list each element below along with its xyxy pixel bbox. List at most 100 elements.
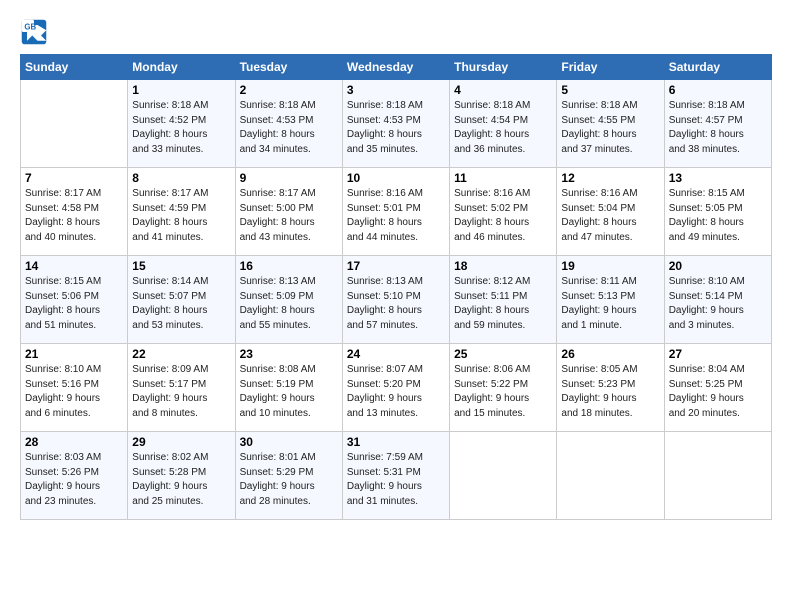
calendar-week-row: 7 Sunrise: 8:17 AM Sunset: 4:58 PM Daylig…: [21, 168, 772, 256]
calendar-cell: 5Sunrise: 8:18 AM Sunset: 4:55 PM Daylig…: [557, 80, 664, 168]
day-header-tuesday: Tuesday: [235, 55, 342, 80]
day-number: 6: [669, 83, 767, 97]
day-header-monday: Monday: [128, 55, 235, 80]
day-header-thursday: Thursday: [450, 55, 557, 80]
day-header-saturday: Saturday: [664, 55, 771, 80]
day-info: Sunrise: 8:16 AM Sunset: 5:04 PM Dayligh…: [561, 187, 659, 245]
day-info: Sunrise: 8:18 AM Sunset: 4:57 PM Dayligh…: [669, 99, 767, 157]
calendar-cell: [450, 432, 557, 520]
day-info: Sunrise: 8:17 AM Sunset: 5:00 PM Dayligh…: [240, 187, 338, 245]
day-number: 7: [25, 171, 123, 185]
calendar-cell: 21 Sunrise: 8:10 AM Sunset: 5:16 PM Dayli…: [21, 344, 128, 432]
day-info: Sunrise: 8:14 AM Sunset: 5:07 PM Dayligh…: [132, 275, 230, 333]
day-info: Sunrise: 8:18 AM Sunset: 4:54 PM Dayligh…: [454, 99, 552, 157]
day-header-friday: Friday: [557, 55, 664, 80]
calendar-cell: 20 Sunrise: 8:10 AM Sunset: 5:14 PM Dayli…: [664, 256, 771, 344]
day-number: 10: [347, 171, 445, 185]
calendar-cell: 8Sunrise: 8:17 AM Sunset: 4:59 PM Daylig…: [128, 168, 235, 256]
calendar-cell: 10 Sunrise: 8:16 AM Sunset: 5:01 PM Dayli…: [342, 168, 449, 256]
day-number: 31: [347, 435, 445, 449]
day-number: 16: [240, 259, 338, 273]
day-info: Sunrise: 8:10 AM Sunset: 5:14 PM Dayligh…: [669, 275, 767, 333]
day-number: 21: [25, 347, 123, 361]
day-info: Sunrise: 8:05 AM Sunset: 5:23 PM Dayligh…: [561, 363, 659, 421]
day-info: Sunrise: 8:18 AM Sunset: 4:55 PM Dayligh…: [561, 99, 659, 157]
calendar-cell: 6 Sunrise: 8:18 AM Sunset: 4:57 PM Daylig…: [664, 80, 771, 168]
day-number: 18: [454, 259, 552, 273]
day-info: Sunrise: 8:18 AM Sunset: 4:52 PM Dayligh…: [132, 99, 230, 157]
day-info: Sunrise: 8:15 AM Sunset: 5:06 PM Dayligh…: [25, 275, 123, 333]
day-number: 11: [454, 171, 552, 185]
svg-text:GB: GB: [24, 22, 36, 31]
logo-icon: GB: [20, 18, 48, 46]
calendar-cell: 26Sunrise: 8:05 AM Sunset: 5:23 PM Dayli…: [557, 344, 664, 432]
day-info: Sunrise: 7:59 AM Sunset: 5:31 PM Dayligh…: [347, 451, 445, 509]
calendar-week-row: 1 Sunrise: 8:18 AM Sunset: 4:52 PM Daylig…: [21, 80, 772, 168]
calendar-cell: 1 Sunrise: 8:18 AM Sunset: 4:52 PM Daylig…: [128, 80, 235, 168]
day-number: 15: [132, 259, 230, 273]
day-number: 23: [240, 347, 338, 361]
day-number: 14: [25, 259, 123, 273]
day-info: Sunrise: 8:15 AM Sunset: 5:05 PM Dayligh…: [669, 187, 767, 245]
calendar-cell: 13Sunrise: 8:15 AM Sunset: 5:05 PM Dayli…: [664, 168, 771, 256]
day-number: 9: [240, 171, 338, 185]
day-info: Sunrise: 8:01 AM Sunset: 5:29 PM Dayligh…: [240, 451, 338, 509]
day-info: Sunrise: 8:11 AM Sunset: 5:13 PM Dayligh…: [561, 275, 659, 333]
day-info: Sunrise: 8:17 AM Sunset: 4:58 PM Dayligh…: [25, 187, 123, 245]
day-number: 8: [132, 171, 230, 185]
day-info: Sunrise: 8:16 AM Sunset: 5:01 PM Dayligh…: [347, 187, 445, 245]
day-number: 22: [132, 347, 230, 361]
header: GB: [20, 18, 772, 46]
day-number: 27: [669, 347, 767, 361]
day-number: 17: [347, 259, 445, 273]
day-info: Sunrise: 8:09 AM Sunset: 5:17 PM Dayligh…: [132, 363, 230, 421]
day-number: 24: [347, 347, 445, 361]
day-number: 12: [561, 171, 659, 185]
day-info: Sunrise: 8:18 AM Sunset: 4:53 PM Dayligh…: [347, 99, 445, 157]
calendar-cell: 25 Sunrise: 8:06 AM Sunset: 5:22 PM Dayli…: [450, 344, 557, 432]
calendar-cell: 22 Sunrise: 8:09 AM Sunset: 5:17 PM Dayli…: [128, 344, 235, 432]
day-info: Sunrise: 8:10 AM Sunset: 5:16 PM Dayligh…: [25, 363, 123, 421]
calendar-cell: 24Sunrise: 8:07 AM Sunset: 5:20 PM Dayli…: [342, 344, 449, 432]
calendar-cell: 3 Sunrise: 8:18 AM Sunset: 4:53 PM Daylig…: [342, 80, 449, 168]
day-number: 19: [561, 259, 659, 273]
calendar-cell: 18 Sunrise: 8:12 AM Sunset: 5:11 PM Dayli…: [450, 256, 557, 344]
logo: GB: [20, 18, 50, 46]
calendar-cell: 17Sunrise: 8:13 AM Sunset: 5:10 PM Dayli…: [342, 256, 449, 344]
calendar-cell: 7 Sunrise: 8:17 AM Sunset: 4:58 PM Daylig…: [21, 168, 128, 256]
calendar-cell: 16 Sunrise: 8:13 AM Sunset: 5:09 PM Dayli…: [235, 256, 342, 344]
calendar-cell: 2Sunrise: 8:18 AM Sunset: 4:53 PM Daylig…: [235, 80, 342, 168]
calendar-cell: [664, 432, 771, 520]
calendar-cell: 11 Sunrise: 8:16 AM Sunset: 5:02 PM Dayli…: [450, 168, 557, 256]
calendar-cell: 9 Sunrise: 8:17 AM Sunset: 5:00 PM Daylig…: [235, 168, 342, 256]
calendar-cell: [557, 432, 664, 520]
day-info: Sunrise: 8:16 AM Sunset: 5:02 PM Dayligh…: [454, 187, 552, 245]
calendar-cell: 31 Sunrise: 7:59 AM Sunset: 5:31 PM Dayli…: [342, 432, 449, 520]
day-info: Sunrise: 8:13 AM Sunset: 5:09 PM Dayligh…: [240, 275, 338, 333]
day-header-sunday: Sunday: [21, 55, 128, 80]
day-number: 29: [132, 435, 230, 449]
calendar-cell: [21, 80, 128, 168]
calendar-cell: 12 Sunrise: 8:16 AM Sunset: 5:04 PM Dayli…: [557, 168, 664, 256]
calendar-cell: 29Sunrise: 8:02 AM Sunset: 5:28 PM Dayli…: [128, 432, 235, 520]
day-header-wednesday: Wednesday: [342, 55, 449, 80]
day-info: Sunrise: 8:12 AM Sunset: 5:11 PM Dayligh…: [454, 275, 552, 333]
day-number: 28: [25, 435, 123, 449]
day-number: 25: [454, 347, 552, 361]
calendar-cell: 23 Sunrise: 8:08 AM Sunset: 5:19 PM Dayli…: [235, 344, 342, 432]
calendar-week-row: 21 Sunrise: 8:10 AM Sunset: 5:16 PM Dayli…: [21, 344, 772, 432]
calendar-cell: 30Sunrise: 8:01 AM Sunset: 5:29 PM Dayli…: [235, 432, 342, 520]
day-number: 1: [132, 83, 230, 97]
calendar-cell: 15 Sunrise: 8:14 AM Sunset: 5:07 PM Dayli…: [128, 256, 235, 344]
day-number: 20: [669, 259, 767, 273]
day-info: Sunrise: 8:08 AM Sunset: 5:19 PM Dayligh…: [240, 363, 338, 421]
day-number: 4: [454, 83, 552, 97]
day-info: Sunrise: 8:03 AM Sunset: 5:26 PM Dayligh…: [25, 451, 123, 509]
calendar-week-row: 14 Sunrise: 8:15 AM Sunset: 5:06 PM Dayli…: [21, 256, 772, 344]
day-info: Sunrise: 8:06 AM Sunset: 5:22 PM Dayligh…: [454, 363, 552, 421]
calendar-cell: 14 Sunrise: 8:15 AM Sunset: 5:06 PM Dayli…: [21, 256, 128, 344]
calendar-cell: 28 Sunrise: 8:03 AM Sunset: 5:26 PM Dayli…: [21, 432, 128, 520]
day-info: Sunrise: 8:04 AM Sunset: 5:25 PM Dayligh…: [669, 363, 767, 421]
calendar-cell: 19 Sunrise: 8:11 AM Sunset: 5:13 PM Dayli…: [557, 256, 664, 344]
day-number: 3: [347, 83, 445, 97]
